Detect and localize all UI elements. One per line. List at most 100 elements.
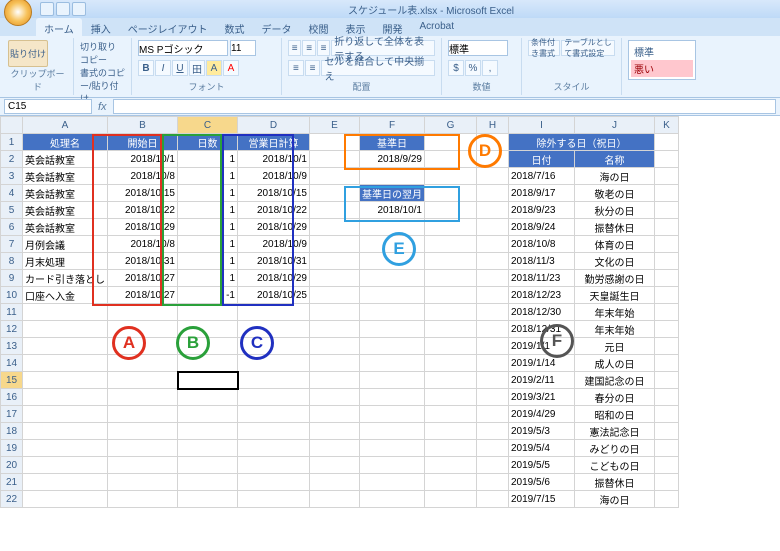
cut-button[interactable]: 切り取り xyxy=(80,40,125,53)
cell-D14[interactable] xyxy=(238,355,310,372)
cell-E5[interactable] xyxy=(310,202,360,219)
cell-G5[interactable] xyxy=(425,202,477,219)
row-header-10[interactable]: 10 xyxy=(1,287,23,304)
cell-E13[interactable] xyxy=(310,338,360,355)
col-header-C[interactable]: C xyxy=(178,117,238,134)
cell-H13[interactable] xyxy=(477,338,509,355)
cell-A22[interactable] xyxy=(23,491,108,508)
worksheet-grid[interactable]: ABCDEFGHIJK1処理名開始日日数営業日計算基準日除外する日（祝日）2英会… xyxy=(0,116,780,551)
cell-D22[interactable] xyxy=(238,491,310,508)
cell-A10[interactable]: 口座へ入金 xyxy=(23,287,108,304)
cell-H20[interactable] xyxy=(477,457,509,474)
cell-A8[interactable]: 月末処理 xyxy=(23,253,108,270)
cell-B2[interactable]: 2018/10/1 xyxy=(108,151,178,168)
cell-B14[interactable] xyxy=(108,355,178,372)
cell-K1[interactable] xyxy=(655,134,679,151)
cell-C6[interactable]: 1 xyxy=(178,219,238,236)
underline-button[interactable]: U xyxy=(172,60,188,76)
cell-H17[interactable] xyxy=(477,406,509,423)
cell-K17[interactable] xyxy=(655,406,679,423)
redo-icon[interactable] xyxy=(72,2,86,16)
cell-G1[interactable] xyxy=(425,134,477,151)
cell-J8[interactable]: 文化の日 xyxy=(575,253,655,270)
row-header-8[interactable]: 8 xyxy=(1,253,23,270)
cell-E4[interactable] xyxy=(310,185,360,202)
cell-K20[interactable] xyxy=(655,457,679,474)
cell-C17[interactable] xyxy=(178,406,238,423)
col-header-J[interactable]: J xyxy=(575,117,655,134)
cell-H16[interactable] xyxy=(477,389,509,406)
cell-G21[interactable] xyxy=(425,474,477,491)
row-header-6[interactable]: 6 xyxy=(1,219,23,236)
row-header-14[interactable]: 14 xyxy=(1,355,23,372)
cell-I17[interactable]: 2019/4/29 xyxy=(509,406,575,423)
cell-F5[interactable]: 2018/10/1 xyxy=(360,202,425,219)
cell-D6[interactable]: 2018/10/29 xyxy=(238,219,310,236)
col-header-D[interactable]: D xyxy=(238,117,310,134)
cell-K14[interactable] xyxy=(655,355,679,372)
italic-button[interactable]: I xyxy=(155,60,171,76)
cell-I11[interactable]: 2018/12/30 xyxy=(509,304,575,321)
cell-H21[interactable] xyxy=(477,474,509,491)
cell-J16[interactable]: 春分の日 xyxy=(575,389,655,406)
cell-F9[interactable] xyxy=(360,270,425,287)
indent-inc-icon[interactable]: ≡ xyxy=(305,60,321,76)
row-header-5[interactable]: 5 xyxy=(1,202,23,219)
row-header-11[interactable]: 11 xyxy=(1,304,23,321)
cell-E6[interactable] xyxy=(310,219,360,236)
fx-icon[interactable]: fx xyxy=(98,101,107,113)
tab-pagelayout[interactable]: ページレイアウト xyxy=(120,18,216,36)
cell-H6[interactable] xyxy=(477,219,509,236)
cell-E18[interactable] xyxy=(310,423,360,440)
cell-I15[interactable]: 2019/2/11 xyxy=(509,372,575,389)
tab-data[interactable]: データ xyxy=(254,18,300,36)
cell-K7[interactable] xyxy=(655,236,679,253)
bold-button[interactable]: B xyxy=(138,60,154,76)
cell-G8[interactable] xyxy=(425,253,477,270)
cell-A1[interactable]: 処理名 xyxy=(23,134,108,151)
cell-K21[interactable] xyxy=(655,474,679,491)
cell-B20[interactable] xyxy=(108,457,178,474)
cell-A13[interactable] xyxy=(23,338,108,355)
cell-E12[interactable] xyxy=(310,321,360,338)
cell-I4[interactable]: 2018/9/17 xyxy=(509,185,575,202)
cell-I2[interactable]: 日付 xyxy=(509,151,575,168)
cell-J15[interactable]: 建国記念の日 xyxy=(575,372,655,389)
cell-H12[interactable] xyxy=(477,321,509,338)
cell-E15[interactable] xyxy=(310,372,360,389)
cell-B22[interactable] xyxy=(108,491,178,508)
cell-D15[interactable] xyxy=(238,372,310,389)
cell-C15[interactable] xyxy=(178,372,238,389)
cell-K3[interactable] xyxy=(655,168,679,185)
cell-D19[interactable] xyxy=(238,440,310,457)
style-bad[interactable]: 悪い xyxy=(631,60,693,77)
cell-G22[interactable] xyxy=(425,491,477,508)
merge-center-button[interactable]: セルを結合して中央揃え xyxy=(321,60,435,76)
cell-G12[interactable] xyxy=(425,321,477,338)
cell-B18[interactable] xyxy=(108,423,178,440)
cell-E2[interactable] xyxy=(310,151,360,168)
cell-J19[interactable]: みどりの日 xyxy=(575,440,655,457)
cell-F7[interactable] xyxy=(360,236,425,253)
cell-A15[interactable] xyxy=(23,372,108,389)
cell-B11[interactable] xyxy=(108,304,178,321)
fill-color-button[interactable]: A xyxy=(206,60,222,76)
cell-B3[interactable]: 2018/10/8 xyxy=(108,168,178,185)
col-header-F[interactable]: F xyxy=(360,117,425,134)
cell-B21[interactable] xyxy=(108,474,178,491)
cell-B15[interactable] xyxy=(108,372,178,389)
cell-K18[interactable] xyxy=(655,423,679,440)
cell-C13[interactable] xyxy=(178,338,238,355)
cell-I19[interactable]: 2019/5/4 xyxy=(509,440,575,457)
cell-E9[interactable] xyxy=(310,270,360,287)
cell-K2[interactable] xyxy=(655,151,679,168)
cell-A14[interactable] xyxy=(23,355,108,372)
cell-D10[interactable]: 2018/10/25 xyxy=(238,287,310,304)
row-header-3[interactable]: 3 xyxy=(1,168,23,185)
cell-A9[interactable]: カード引き落とし xyxy=(23,270,108,287)
cell-I3[interactable]: 2018/7/16 xyxy=(509,168,575,185)
cell-D2[interactable]: 2018/10/1 xyxy=(238,151,310,168)
paste-button[interactable]: 貼り付け xyxy=(8,40,48,67)
cell-K12[interactable] xyxy=(655,321,679,338)
cell-H10[interactable] xyxy=(477,287,509,304)
